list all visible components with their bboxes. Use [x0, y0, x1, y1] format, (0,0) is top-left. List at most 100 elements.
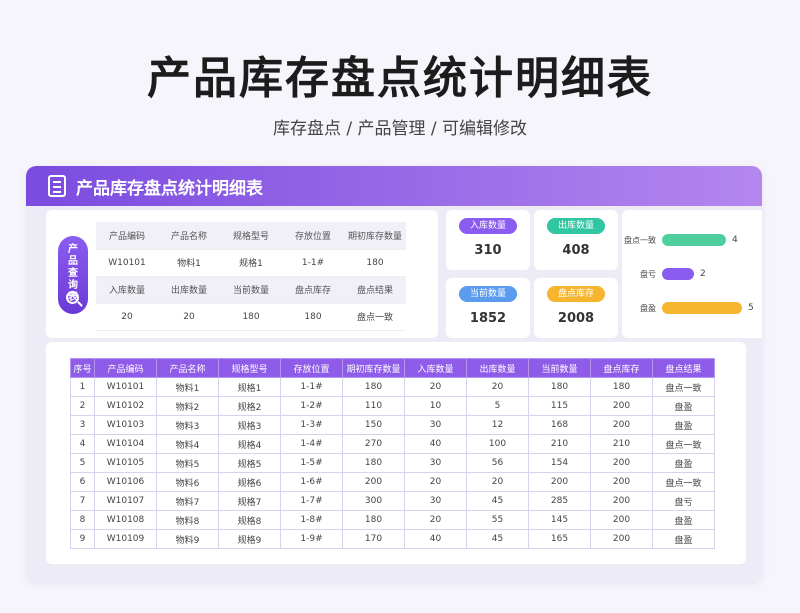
table-cell: 盘点一致: [652, 472, 715, 492]
table-cell: 115: [528, 396, 591, 416]
table-cell: 55: [466, 510, 529, 530]
table-cell: 30: [404, 453, 467, 473]
table-cell: W10106: [94, 472, 157, 492]
product-query-button[interactable]: 产品查询表: [58, 236, 88, 314]
summary-bar-label: 盘盈: [640, 303, 656, 313]
table-row[interactable]: 8 W10108 物料8 规格8 1-8# 180 20 55 145 200 盘盈: [70, 510, 715, 530]
table-cell: 20: [466, 377, 529, 397]
table-cell: W10105: [94, 453, 157, 473]
table-cell: 145: [528, 510, 591, 530]
table-row[interactable]: 5 W10105 物料5 规格5 1-5# 180 30 56 154 200 盘盈: [70, 453, 715, 473]
table-row[interactable]: 2 W10102 物料2 规格2 1-2# 110 10 5 115 200 盘盈: [70, 396, 715, 416]
table-cell: 1-9#: [280, 529, 343, 549]
summary-bar-label: 盘点一致: [624, 235, 656, 245]
table-cell: 56: [466, 453, 529, 473]
table-cell: 7: [70, 491, 95, 511]
table-cell: W10109: [94, 529, 157, 549]
table-cell: 1: [70, 377, 95, 397]
table-cell: 物料9: [156, 529, 219, 549]
table-cell: 20: [404, 472, 467, 492]
table-cell: 规格3: [218, 415, 281, 435]
column-header[interactable]: 盘点结果: [652, 358, 715, 378]
query-field-label: 产品编码: [96, 222, 158, 250]
table-cell: 规格7: [218, 491, 281, 511]
stat-label: 当前数量: [459, 286, 517, 302]
summary-bar: [662, 302, 742, 314]
product-query-box: 产品查询表 产品编码 产品名称 规格型号 存放位置 期初库存数量 W10101 物料1 规格…: [46, 210, 438, 338]
table-row[interactable]: 7 W10107 物料7 规格7 1-7# 300 30 45 285 200 盘亏: [70, 491, 715, 511]
table-cell: 20: [404, 510, 467, 530]
table-cell: W10102: [94, 396, 157, 416]
summary-bar-row: 盘亏 2: [622, 268, 706, 280]
table-cell: 规格6: [218, 472, 281, 492]
table-cell: 盘盈: [652, 396, 715, 416]
breadcrumb: 库存盘点 / 产品管理 / 可编辑修改: [272, 119, 528, 139]
table-cell: W10103: [94, 415, 157, 435]
summary-bar-value: 5: [748, 303, 754, 313]
table-cell: 8: [70, 510, 95, 530]
table-cell: 盘盈: [652, 453, 715, 473]
table-cell: 200: [590, 415, 653, 435]
column-header[interactable]: 当前数量: [528, 358, 591, 378]
table-cell: W10104: [94, 434, 157, 454]
table-cell: 300: [342, 491, 405, 511]
table-row[interactable]: 9 W10109 物料9 规格9 1-9# 170 40 45 165 200 盘盈: [70, 529, 715, 549]
table-cell: 200: [590, 396, 653, 416]
table-cell: 285: [528, 491, 591, 511]
table-cell: 200: [590, 472, 653, 492]
table-cell: 210: [590, 434, 653, 454]
stat-value: 1852: [469, 311, 507, 326]
table-cell: 1-3#: [280, 415, 343, 435]
table-cell: 盘亏: [652, 491, 715, 511]
table-cell: 规格9: [218, 529, 281, 549]
table-cell: 规格1: [218, 377, 281, 397]
query-field-label: 当前数量: [220, 276, 282, 304]
table-cell: 物料7: [156, 491, 219, 511]
query-field-value: 20: [158, 303, 220, 331]
table-cell: 200: [528, 472, 591, 492]
table-cell: 3: [70, 415, 95, 435]
table-cell: 150: [342, 415, 405, 435]
column-header[interactable]: 规格型号: [218, 358, 281, 378]
table-cell: 4: [70, 434, 95, 454]
column-header[interactable]: 盘点库存: [590, 358, 653, 378]
table-cell: 盘盈: [652, 510, 715, 530]
column-header[interactable]: 出库数量: [466, 358, 529, 378]
column-header[interactable]: 序号: [70, 358, 95, 378]
table-cell: 20: [404, 377, 467, 397]
table-cell: 180: [342, 510, 405, 530]
stat-value: 310: [474, 243, 502, 258]
table-row[interactable]: 4 W10104 物料4 规格4 1-4# 270 40 100 210 210 盘点一致: [70, 434, 715, 454]
table-cell: 规格5: [218, 453, 281, 473]
query-field-label: 期初库存数量: [344, 222, 406, 250]
document-list-icon: [48, 175, 66, 197]
table-cell: 30: [404, 415, 467, 435]
column-header[interactable]: 产品名称: [156, 358, 219, 378]
table-row[interactable]: 3 W10103 物料3 规格3 1-3# 150 30 12 168 200 盘盈: [70, 415, 715, 435]
column-header[interactable]: 产品编码: [94, 358, 157, 378]
query-field-value: 规格1: [220, 249, 282, 277]
table-cell: 200: [590, 529, 653, 549]
table-row[interactable]: 1 W10101 物料1 规格1 1-1# 180 20 20 180 180 盘点一致: [70, 377, 715, 397]
table-cell: 物料3: [156, 415, 219, 435]
table-row[interactable]: 6 W10106 物料6 规格6 1-6# 200 20 20 200 200 盘点一致: [70, 472, 715, 492]
column-header[interactable]: 期初库存数量: [342, 358, 405, 378]
query-field-label: 入库数量: [96, 276, 158, 304]
table-cell: 40: [404, 434, 467, 454]
table-cell: 盘点一致: [652, 377, 715, 397]
table-cell: 规格8: [218, 510, 281, 530]
table-cell: 5: [70, 453, 95, 473]
stat-card: 出库数量 408: [534, 210, 618, 270]
query-field-value: 180: [344, 249, 406, 277]
search-icon[interactable]: [66, 291, 79, 304]
query-field-label: 产品名称: [158, 222, 220, 250]
table-cell: 1-8#: [280, 510, 343, 530]
query-result-table: 产品编码 产品名称 规格型号 存放位置 期初库存数量 W10101 物料1 规格1 1-1# 1…: [96, 222, 406, 331]
column-header[interactable]: 存放位置: [280, 358, 343, 378]
table-cell: W10107: [94, 491, 157, 511]
table-cell: 180: [342, 453, 405, 473]
table-cell: 165: [528, 529, 591, 549]
stat-value: 408: [562, 243, 590, 258]
table-cell: 物料1: [156, 377, 219, 397]
column-header[interactable]: 入库数量: [404, 358, 467, 378]
